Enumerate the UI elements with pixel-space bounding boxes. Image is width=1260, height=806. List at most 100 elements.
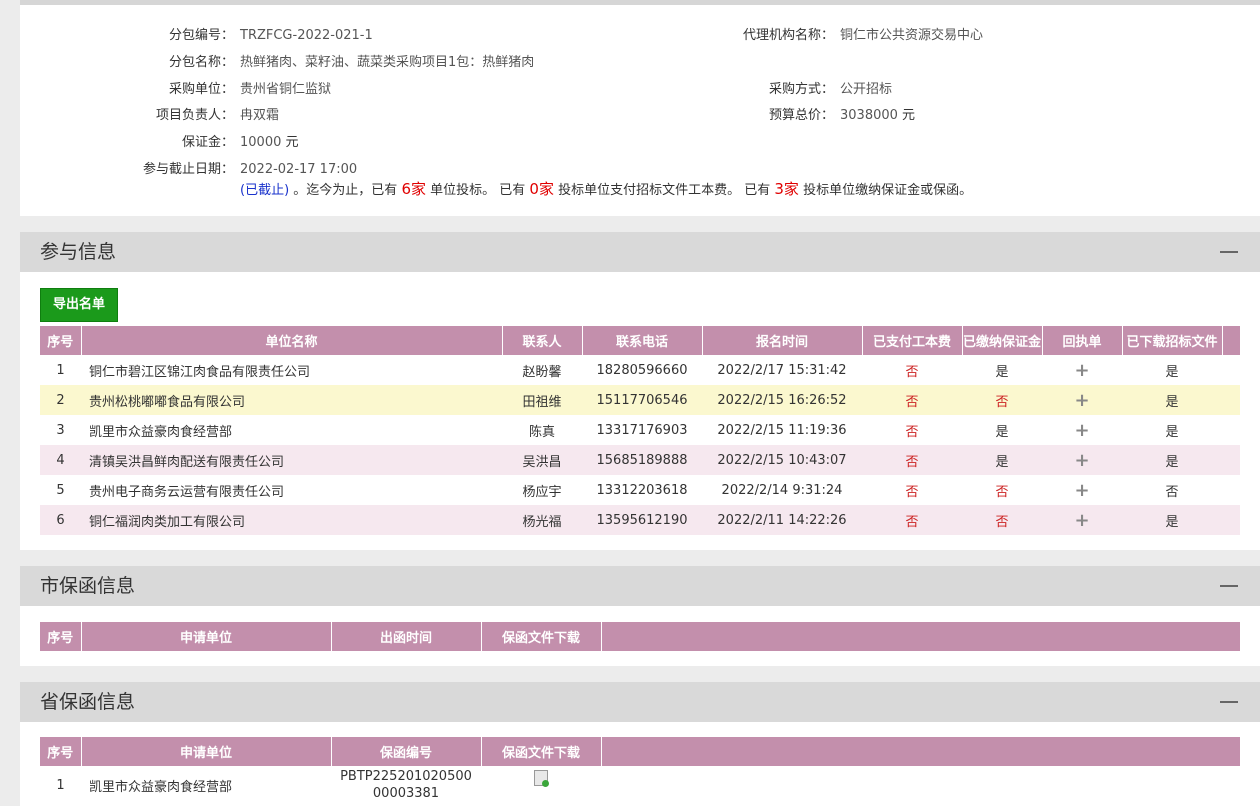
row-index: 5: [56, 482, 65, 498]
row-file-download[interactable]: [481, 766, 601, 804]
deadline-value: 2022-02-17 17:00: [240, 162, 358, 177]
plus-icon[interactable]: +: [1074, 360, 1089, 381]
deposit-value: 否: [995, 394, 1009, 410]
collapse-icon[interactable]: [1220, 585, 1238, 587]
col-signup-time: 报名时间: [702, 326, 863, 355]
col-downloaded: 已下载招标文件: [1122, 326, 1223, 355]
col-contact: 联系人: [502, 326, 583, 355]
package-name-label: 分包名称：: [168, 55, 234, 70]
project-lead-label: 项目负责人：: [155, 108, 234, 123]
province-guarantee-title: 省保函信息: [40, 691, 136, 713]
row-receipt[interactable]: +: [1042, 475, 1122, 505]
row-time: 2022/2/15 11:19:36: [717, 422, 847, 438]
col-issue-time: 出函时间: [331, 622, 482, 651]
deposit-value: 否: [995, 484, 1009, 500]
row-spacer: [1222, 415, 1240, 445]
col-receipt: 回执单: [1042, 326, 1123, 355]
row-phone: 15685189888: [582, 445, 702, 475]
city-guarantee-header[interactable]: 市保函信息: [20, 566, 1260, 606]
row-contact: 赵盼馨: [522, 364, 562, 380]
participation-section: 参与信息 导出名单 序号 单位名称 联系人 联系电话 报名时间 已支付工本费 已…: [20, 232, 1260, 550]
budget-label: 预算总价：: [768, 108, 834, 123]
status-text-4: 投标单位缴纳保证金或保函。: [803, 183, 973, 198]
row-contact: 陈真: [528, 424, 555, 440]
plus-icon[interactable]: +: [1074, 420, 1089, 441]
plus-icon[interactable]: +: [1074, 510, 1089, 531]
table-row: 5 贵州电子商务云运营有限责任公司 杨应宇 13312203618 2022/2…: [40, 475, 1240, 505]
row-phone: 13317176903: [596, 422, 688, 438]
row-company: 贵州松桃嘟嘟食品有限公司: [81, 385, 502, 415]
row-receipt[interactable]: +: [1042, 505, 1122, 535]
participation-table: 序号 单位名称 联系人 联系电话 报名时间 已支付工本费 已缴纳保证金 回执单 …: [40, 326, 1241, 535]
col-company: 单位名称: [81, 326, 503, 355]
row-index: 6: [40, 505, 81, 535]
deposit-value: 否: [995, 514, 1009, 530]
col-index: 序号: [40, 622, 82, 651]
agency-label: 代理机构名称：: [742, 28, 834, 43]
participation-header[interactable]: 参与信息: [20, 232, 1260, 272]
col-phone: 联系电话: [582, 326, 703, 355]
plus-icon[interactable]: +: [1074, 450, 1089, 471]
row-receipt[interactable]: +: [1042, 415, 1122, 445]
plus-icon[interactable]: +: [1074, 480, 1089, 501]
table-row: 4 清镇吴洪昌鲜肉配送有限责任公司 吴洪昌 15685189888 2022/2…: [40, 445, 1240, 475]
project-lead-value: 冉双霜: [240, 108, 280, 123]
table-row: 1 铜仁市碧江区锦江肉食品有限责任公司 赵盼馨 18280596660 2022…: [40, 355, 1240, 385]
procurement-method-value: 公开招标: [840, 82, 893, 97]
province-guarantee-header[interactable]: 省保函信息: [20, 682, 1260, 722]
row-company: 铜仁市碧江区锦江肉食品有限责任公司: [89, 364, 311, 380]
collapse-icon[interactable]: [1220, 251, 1238, 253]
row-index: 3: [56, 422, 65, 438]
fee-paid-value: 否: [905, 514, 919, 530]
budget-unit: 元: [902, 108, 916, 123]
city-guarantee-section: 市保函信息 序号 申请单位 出函时间 保函文件下载: [20, 566, 1260, 666]
row-applicant: 凯里市众益豪肉食经营部: [89, 779, 233, 795]
export-list-button[interactable]: 导出名单: [40, 288, 118, 322]
row-receipt[interactable]: +: [1042, 385, 1122, 415]
row-index: 1: [56, 777, 65, 793]
row-company: 贵州电子商务云运营有限责任公司: [89, 484, 285, 500]
row-spacer: [601, 766, 1240, 804]
bid-status-line: (已截止) 。迄今为止，已有 6家 单位投标。 已有 0家 投标单位支付招标文件…: [240, 179, 972, 199]
col-index: 序号: [40, 326, 82, 355]
row-receipt[interactable]: +: [1042, 445, 1122, 475]
row-spacer: [1222, 445, 1240, 475]
row-fee-paid: 否: [862, 355, 962, 385]
row-receipt[interactable]: +: [1042, 355, 1122, 385]
budget-amount: 3038000: [840, 108, 898, 123]
participation-title: 参与信息: [40, 241, 117, 263]
row-index: 4: [40, 445, 81, 475]
row-downloaded: 是: [1165, 364, 1179, 380]
closed-status: (已截止): [240, 183, 290, 198]
row-deposit: 是: [962, 445, 1042, 475]
agency-value: 铜仁市公共资源交易中心: [840, 28, 984, 43]
deadline-label: 参与截止日期：: [142, 162, 234, 177]
row-time: 2022/2/14 9:31:24: [721, 482, 843, 498]
file-download-icon[interactable]: [534, 770, 549, 787]
row-phone: 15117706546: [582, 385, 702, 415]
guarantee-no-line2: 00003381: [372, 786, 440, 801]
package-name-value: 热鲜猪肉、菜籽油、蔬菜类采购项目1包：热鲜猪肉: [240, 55, 535, 70]
province-guarantee-section: 省保函信息 序号 申请单位 保函编号 保函文件下载 1 凯里市众益豪肉食经营部 …: [20, 682, 1260, 806]
fee-paid-value: 否: [905, 394, 919, 410]
row-downloaded: 否: [1165, 484, 1179, 500]
collapse-icon[interactable]: [1220, 701, 1238, 703]
purchaser-label: 采购单位：: [168, 82, 234, 97]
col-file-download: 保函文件下载: [481, 622, 602, 651]
row-company: 凯里市众益豪肉食经营部: [89, 424, 233, 440]
fee-paid-value: 否: [905, 364, 919, 380]
row-spacer: [1222, 505, 1240, 535]
package-no-value: TRZFCG-2022-021-1: [240, 28, 373, 43]
plus-icon[interactable]: +: [1074, 390, 1089, 411]
table-row: 1 凯里市众益豪肉食经营部 PBTP225201020500 00003381: [40, 766, 1240, 804]
bidder-count: 6家: [401, 180, 426, 198]
city-guarantee-table: 序号 申请单位 出函时间 保函文件下载: [40, 622, 1241, 651]
table-header-row: 序号 申请单位 出函时间 保函文件下载: [40, 622, 1241, 651]
col-deposit-paid: 已缴纳保证金: [962, 326, 1043, 355]
row-phone: 13312203618: [596, 482, 688, 498]
row-downloaded: 是: [1165, 424, 1179, 440]
deposit-unit: 元: [285, 135, 299, 150]
paid-count: 0家: [529, 180, 554, 198]
row-company: 清镇吴洪昌鲜肉配送有限责任公司: [81, 445, 502, 475]
row-phone: 13595612190: [582, 505, 702, 535]
